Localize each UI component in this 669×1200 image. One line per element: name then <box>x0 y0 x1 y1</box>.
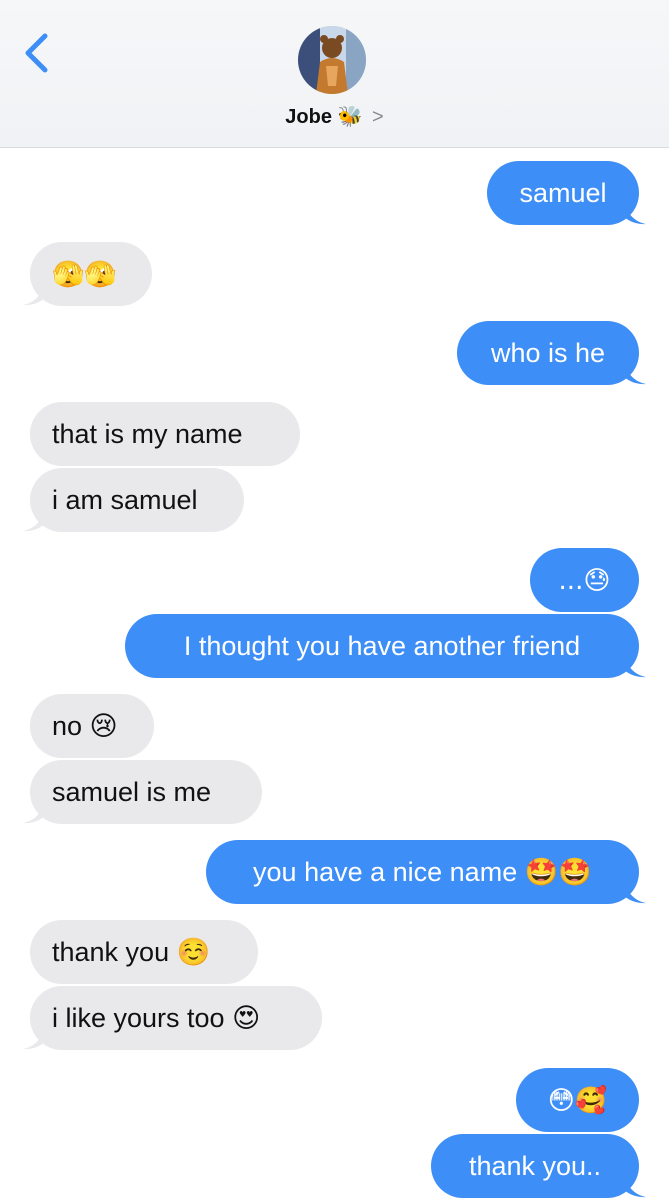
message-outgoing[interactable]: thank you.. <box>431 1134 646 1198</box>
message-outgoing[interactable]: I thought you have another friend <box>125 614 646 678</box>
back-button[interactable] <box>18 30 58 76</box>
message-outgoing[interactable]: 😳🥰 <box>516 1068 639 1132</box>
contact-name-button[interactable]: Jobe 🐝 > <box>0 104 669 129</box>
conversation-header: Jobe 🐝 > <box>0 0 669 148</box>
message-incoming[interactable]: that is my name <box>30 402 300 466</box>
chevron-left-icon <box>25 33 48 73</box>
avatar-image <box>298 26 366 94</box>
message-incoming[interactable]: thank you ☺️ <box>30 920 258 984</box>
message-outgoing[interactable]: ...😓 <box>530 548 639 612</box>
message-incoming[interactable]: i like yours too 😍 <box>23 986 322 1050</box>
message-incoming[interactable]: i am samuel <box>23 468 244 532</box>
avatar[interactable] <box>298 26 366 94</box>
chevron-right-icon: > <box>372 106 384 128</box>
contact-emoji: 🐝 <box>337 106 363 128</box>
message-incoming[interactable]: samuel is me <box>23 760 262 824</box>
message-incoming[interactable]: no 😢 <box>30 694 154 758</box>
message-incoming[interactable]: 🫣🫣 <box>23 242 152 306</box>
message-outgoing[interactable]: who is he <box>457 321 646 385</box>
message-outgoing[interactable]: samuel <box>487 161 646 225</box>
contact-name: Jobe <box>285 106 332 128</box>
message-outgoing[interactable]: you have a nice name 🤩🤩 <box>206 840 646 904</box>
